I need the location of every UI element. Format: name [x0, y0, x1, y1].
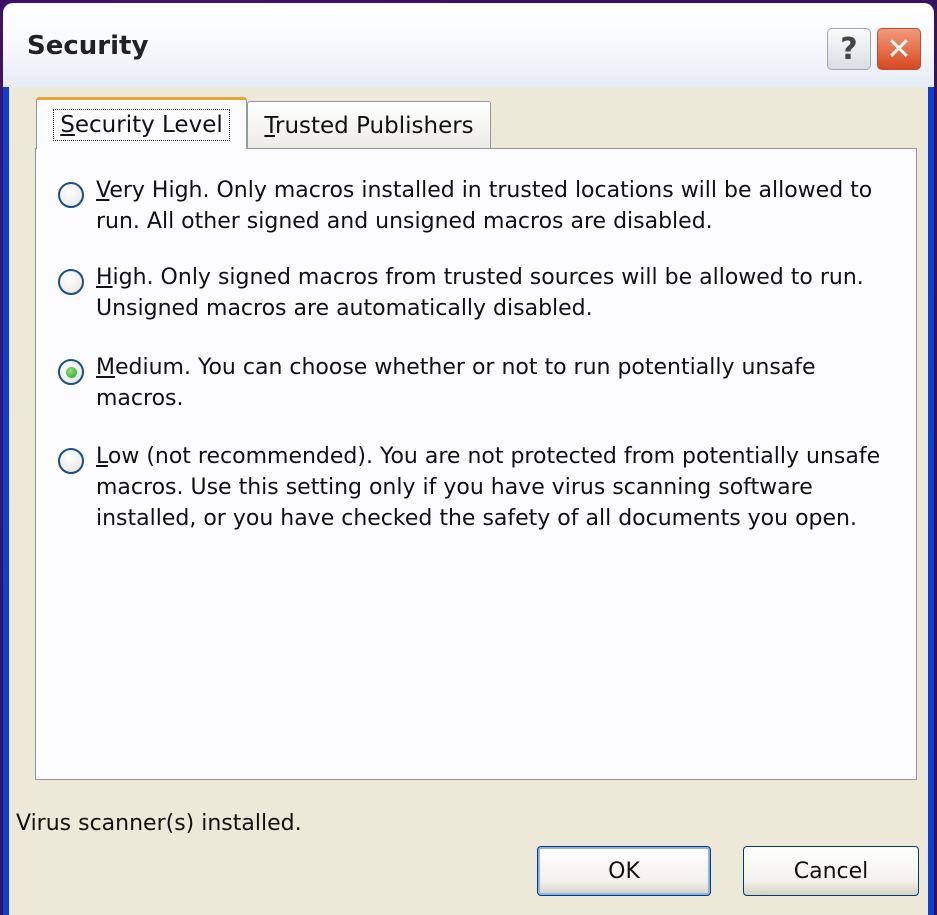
- radio-empty-icon[interactable]: [58, 448, 84, 474]
- option-high-label: High. Only signed macros from trusted so…: [96, 265, 864, 321]
- option-low[interactable]: Low (not recommended). You are not prote…: [58, 441, 888, 534]
- radio-empty-icon[interactable]: [58, 182, 84, 208]
- security-level-panel: Very High. Only macros installed in trus…: [35, 148, 917, 780]
- radio-selected-icon[interactable]: [58, 359, 84, 385]
- radio-empty-icon[interactable]: [58, 269, 84, 295]
- tab-trusted-publishers[interactable]: Trusted Publishers: [247, 101, 491, 149]
- dialog-body: Trusted Publishers Security Level Very H…: [9, 87, 928, 915]
- close-icon: ✕: [886, 31, 912, 67]
- ok-button[interactable]: OK: [537, 846, 711, 896]
- option-high[interactable]: High. Only signed macros from trusted so…: [58, 262, 888, 324]
- tab-security-level[interactable]: Security Level: [36, 97, 247, 149]
- close-button[interactable]: ✕: [877, 28, 921, 70]
- cancel-button[interactable]: Cancel: [743, 846, 919, 896]
- tab-trusted-publishers-label: Trusted Publishers: [264, 112, 474, 139]
- option-medium-label: Medium. You can choose whether or not to…: [96, 355, 816, 411]
- help-icon: ?: [840, 31, 858, 67]
- option-very-high[interactable]: Very High. Only macros installed in trus…: [58, 175, 888, 237]
- title-bar[interactable]: Security ? ✕: [3, 3, 934, 87]
- option-medium[interactable]: Medium. You can choose whether or not to…: [58, 352, 888, 414]
- dialog-title: Security: [27, 31, 149, 61]
- tab-security-level-label: Security Level: [53, 108, 230, 141]
- option-low-label: Low (not recommended). You are not prote…: [96, 444, 881, 531]
- option-very-high-label: Very High. Only macros installed in trus…: [96, 178, 873, 234]
- help-button[interactable]: ?: [827, 28, 871, 70]
- status-text: Virus scanner(s) installed.: [16, 811, 302, 836]
- security-dialog: Security ? ✕ Trusted Publishers Security…: [3, 3, 934, 915]
- radio-dot: [65, 366, 77, 378]
